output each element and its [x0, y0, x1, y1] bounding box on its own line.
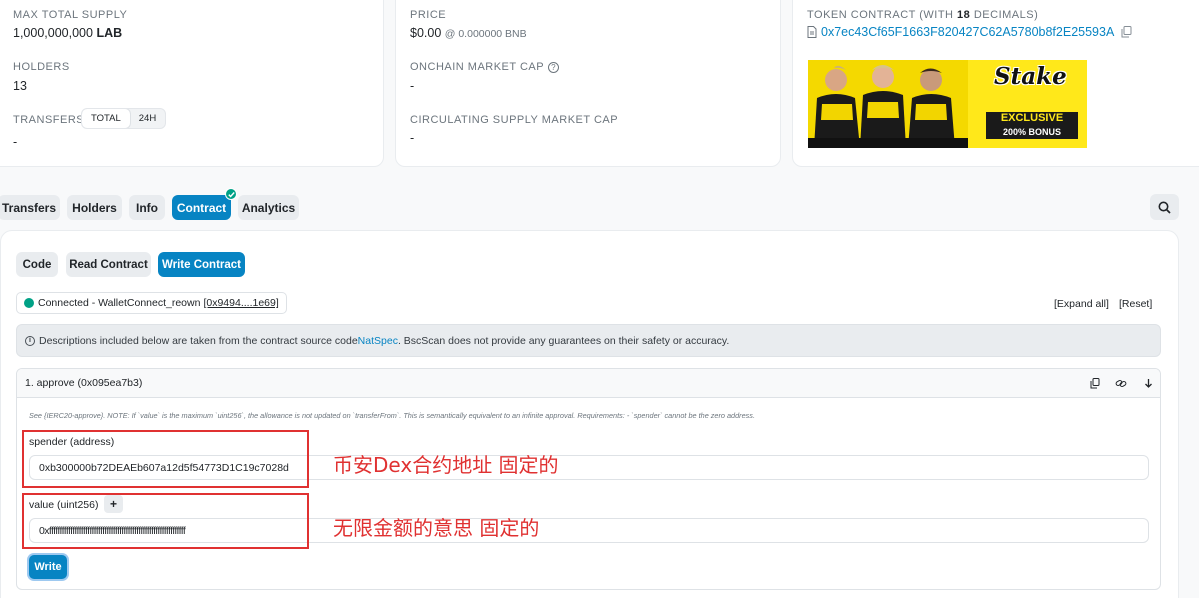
natspec-notice: i Descriptions included below are taken …: [16, 324, 1161, 357]
method-title: 1. approve (0x095ea7b3): [25, 377, 143, 389]
write-button[interactable]: Write: [29, 555, 67, 579]
transfers-value: -: [13, 135, 18, 149]
token-symbol: LAB: [96, 26, 123, 40]
natspec-link[interactable]: NatSpec: [358, 335, 398, 347]
reset-link[interactable]: [Reset]: [1119, 298, 1152, 310]
stake-ad-banner[interactable]: Stake EXCLUSIVE 200% BONUS: [808, 60, 1087, 148]
verified-check-icon: [225, 188, 237, 200]
price-bnb: @ 0.000000 BNB: [444, 28, 527, 40]
holders-label: HOLDERS: [13, 61, 70, 73]
copy-icon[interactable]: [1121, 26, 1132, 38]
value-annotation: 无限金额的意思 固定的: [333, 516, 540, 540]
arrow-down-icon[interactable]: [1144, 378, 1153, 389]
connected-dot-icon: [24, 298, 34, 308]
max-supply-label: MAX TOTAL SUPPLY: [13, 9, 128, 21]
search-icon: [1158, 201, 1171, 214]
connected-address[interactable]: [0x9494....1e69]: [203, 297, 278, 309]
tab-holders[interactable]: Holders: [67, 195, 122, 220]
expand-all-link[interactable]: [Expand all]: [1054, 298, 1109, 310]
tab-contract[interactable]: Contract: [172, 195, 231, 220]
onchain-cap-value: -: [410, 79, 415, 93]
method-description: See {IERC20-approve}. NOTE: If `value` i…: [29, 411, 755, 420]
stake-logo: Stake: [994, 63, 1067, 90]
other-info-card: TOKEN CONTRACT (WITH 18 DECIMALS) 0x7ec4…: [792, 0, 1199, 167]
link-icon[interactable]: [1115, 378, 1127, 389]
tab-transfers[interactable]: Transfers: [0, 195, 60, 220]
info-circle-icon: i: [25, 335, 35, 346]
subtab-code[interactable]: Code: [16, 252, 58, 277]
spender-annotation: 币安Dex合约地址 固定的: [333, 453, 559, 477]
transfers-toggle[interactable]: TOTAL 24H: [81, 108, 167, 129]
overview-card: MAX TOTAL SUPPLY 1,000,000,000 LAB HOLDE…: [0, 0, 384, 167]
connection-status[interactable]: Connected - WalletConnect_reown [0x9494.…: [16, 292, 287, 314]
token-contract-address[interactable]: 0x7ec43Cf65F1663F820427C62A5780b8f2E2559…: [821, 25, 1114, 39]
holders-value[interactable]: 13: [13, 79, 27, 93]
spender-highlight-box: [22, 430, 309, 488]
max-supply-value: 1,000,000,000 LAB: [13, 26, 123, 40]
search-button[interactable]: [1150, 194, 1179, 220]
document-icon: [807, 26, 817, 38]
value-highlight-box: [22, 493, 309, 549]
subtab-read-contract[interactable]: Read Contract: [66, 252, 151, 277]
onchain-cap-label: ONCHAIN MARKET CAP ?: [410, 61, 560, 73]
token-contract-row: 0x7ec43Cf65F1663F820427C62A5780b8f2E2559…: [807, 25, 1132, 39]
subtab-write-contract[interactable]: Write Contract: [158, 252, 245, 277]
method-header[interactable]: 1. approve (0x095ea7b3): [17, 369, 1160, 398]
toggle-total[interactable]: TOTAL: [82, 109, 130, 128]
ad-bonus: 200% BONUS: [1002, 127, 1062, 137]
ad-exclusive: EXCLUSIVE: [1000, 112, 1064, 124]
market-card: PRICE $0.00 @ 0.000000 BNB ONCHAIN MARKE…: [395, 0, 781, 167]
price-label: PRICE: [410, 9, 447, 21]
transfers-label: TRANSFERS: [13, 114, 85, 126]
toggle-24h[interactable]: 24H: [130, 109, 165, 128]
circ-cap-value: -: [410, 131, 415, 145]
help-circle-icon[interactable]: ?: [548, 61, 560, 73]
price-value: $0.00 @ 0.000000 BNB: [410, 26, 527, 40]
token-contract-label: TOKEN CONTRACT (WITH 18 DECIMALS): [807, 9, 1039, 21]
copy-method-icon[interactable]: [1090, 378, 1100, 389]
circ-cap-label: CIRCULATING SUPPLY MARKET CAP: [410, 114, 619, 126]
tab-info[interactable]: Info: [129, 195, 165, 220]
tab-analytics[interactable]: Analytics: [238, 195, 299, 220]
